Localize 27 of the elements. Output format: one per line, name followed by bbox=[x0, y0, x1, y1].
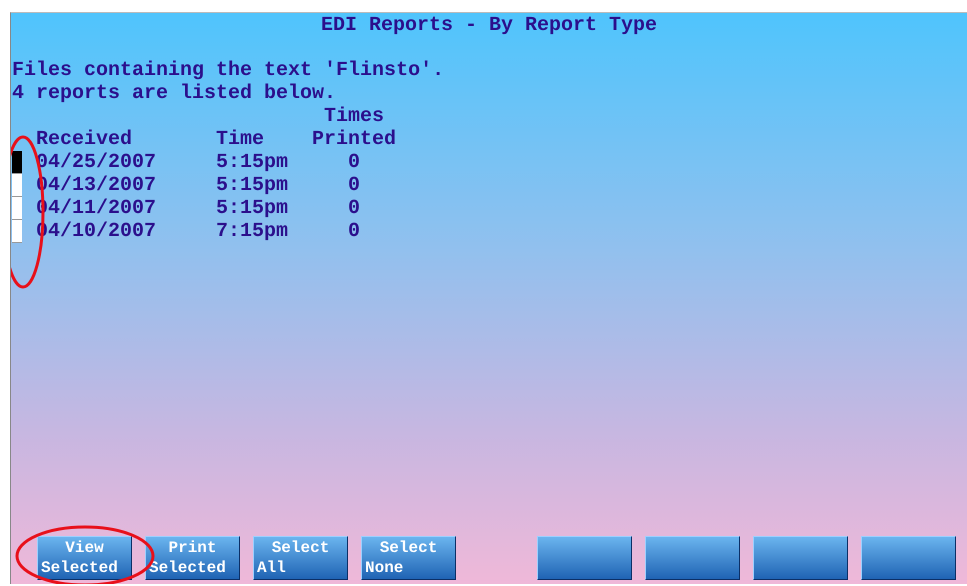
selection-marker[interactable] bbox=[12, 220, 22, 243]
table-cell: 7:15pm bbox=[216, 220, 288, 243]
message-text: 4 reports are listed below. bbox=[12, 82, 336, 105]
table-cell: 0 bbox=[348, 220, 360, 243]
function-key-button[interactable] bbox=[645, 536, 740, 580]
column-header: Printed bbox=[312, 128, 396, 151]
function-key-button[interactable]: Print Selected bbox=[145, 536, 240, 580]
column-header: Time bbox=[216, 128, 264, 151]
table-cell: 5:15pm bbox=[216, 174, 288, 197]
table-cell: 5:15pm bbox=[216, 151, 288, 174]
function-key-button[interactable] bbox=[537, 536, 632, 580]
table-cell: 0 bbox=[348, 151, 360, 174]
message-text: Files containing the text 'Flinsto'. bbox=[12, 59, 444, 82]
column-header: Times bbox=[324, 105, 384, 128]
function-key-button[interactable]: Select None bbox=[361, 536, 456, 580]
column-header: Received bbox=[36, 128, 132, 151]
table-cell: 0 bbox=[348, 197, 360, 220]
selection-marker[interactable] bbox=[12, 174, 22, 197]
selection-marker[interactable] bbox=[12, 151, 22, 174]
function-key-button[interactable]: View Selected bbox=[37, 536, 132, 580]
function-key-button[interactable]: Select All bbox=[253, 536, 348, 580]
screen-title: EDI Reports - By Report Type bbox=[320, 13, 658, 37]
selection-marker[interactable] bbox=[12, 197, 22, 220]
table-cell: 0 bbox=[348, 174, 360, 197]
function-key-button[interactable] bbox=[861, 536, 956, 580]
function-key-button[interactable] bbox=[753, 536, 848, 580]
table-cell: 5:15pm bbox=[216, 197, 288, 220]
